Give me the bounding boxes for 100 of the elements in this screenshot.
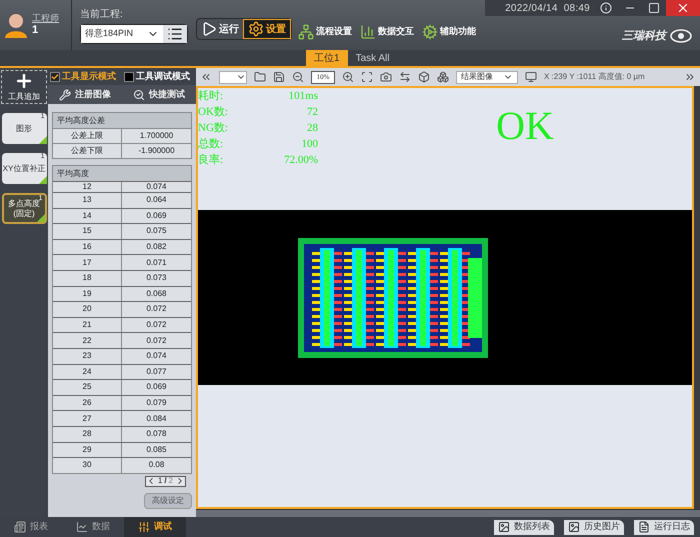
check-icon xyxy=(51,72,59,82)
bottom-tab[interactable]: 数据 xyxy=(62,517,124,537)
table-cell: 25 xyxy=(53,380,122,395)
register-image-button[interactable]: 注册图像 xyxy=(48,88,122,102)
table-cell: -1.900000 xyxy=(122,144,191,158)
table-cell: 0.082 xyxy=(122,240,191,254)
bottom-panel-button[interactable]: 数据列表 xyxy=(494,520,554,534)
line-chart-icon xyxy=(76,521,88,533)
swap-icon[interactable] xyxy=(399,71,411,83)
nav-button[interactable]: 流程设置 xyxy=(296,24,354,40)
stat-value: 72.00% xyxy=(284,153,318,168)
close-icon xyxy=(676,1,690,15)
report-icon xyxy=(14,521,26,533)
bottom-tab[interactable]: 报表 xyxy=(0,517,62,537)
stat-label: 耗时: xyxy=(198,89,224,104)
mode-checkbox[interactable]: 工具调试模式 xyxy=(122,70,192,84)
user-id: 1 xyxy=(32,24,40,38)
horizontal-scrollbar[interactable] xyxy=(196,509,700,517)
tolerance-header: 平均高度公差 xyxy=(53,113,191,128)
cursor-coordinates: X :239 Y :1011 高度值: 0 µm xyxy=(544,71,645,83)
table-cell: 27 xyxy=(53,411,122,426)
page-separator: / xyxy=(164,475,167,488)
bottom-panel-button[interactable]: 运行日志 xyxy=(634,520,694,534)
table-cell: 公差下限 xyxy=(53,144,122,158)
monitor-icon[interactable] xyxy=(525,71,537,83)
table-cell: 18 xyxy=(53,270,122,286)
run-button[interactable]: 运行 xyxy=(197,19,243,39)
view-dropdown[interactable]: 结果图像 xyxy=(456,70,518,84)
magnifier-icon xyxy=(133,88,145,100)
corner-triangle-icon xyxy=(38,136,46,144)
table-cell: 17 xyxy=(53,255,122,270)
stat-value: 72 xyxy=(307,105,318,120)
table-cell: 24 xyxy=(53,364,122,380)
image-icon xyxy=(498,521,510,533)
list-button[interactable] xyxy=(163,24,187,42)
table-cell: 公差上限 xyxy=(53,129,122,143)
mode-checkbox[interactable]: 工具显示模式 xyxy=(48,70,118,84)
camera-icon[interactable] xyxy=(380,71,392,83)
image-icon xyxy=(568,521,580,533)
table-cell: 0.077 xyxy=(122,364,191,380)
table-cell: 1.700000 xyxy=(122,129,191,143)
table-cell: 0.072 xyxy=(122,302,191,317)
maximize-icon[interactable] xyxy=(648,2,660,14)
tool-add-button[interactable]: 工具追加 xyxy=(1,70,47,104)
flowchart-icon xyxy=(298,24,314,40)
settings-button[interactable]: 设置 xyxy=(243,19,291,39)
collapse-left-icon[interactable] xyxy=(200,71,212,83)
table-cell: 14 xyxy=(53,208,122,224)
gear-icon xyxy=(248,21,264,37)
collapse-right-icon[interactable] xyxy=(684,71,696,83)
project-label: 当前工程: xyxy=(80,8,124,22)
nav-button[interactable]: 辅助功能 xyxy=(420,24,478,40)
project-dropdown[interactable]: 得意184PIN xyxy=(81,24,163,42)
advanced-settings-button[interactable]: 高级设定 xyxy=(144,492,192,509)
table-cell: 21 xyxy=(53,318,122,332)
table-cell: 23 xyxy=(53,348,122,364)
bottom-panel-button[interactable]: 历史图片 xyxy=(564,520,624,534)
table-cell: 0.064 xyxy=(122,193,191,208)
result-text: OK xyxy=(496,106,554,150)
vertical-scrollbar[interactable] xyxy=(694,86,700,509)
quick-test-button[interactable]: 快捷测试 xyxy=(122,88,196,102)
nav-button[interactable]: 数据交互 xyxy=(358,24,416,40)
open-folder-icon[interactable] xyxy=(254,71,266,83)
corner-triangle-icon xyxy=(36,214,44,222)
zoom-in-icon[interactable] xyxy=(342,71,354,83)
corner-triangle-icon xyxy=(38,176,46,184)
user-role-link[interactable]: 工程师 xyxy=(32,12,59,24)
stat-label: 良率: xyxy=(198,152,224,168)
stat-value: 100 xyxy=(302,137,318,152)
zoom-out-icon[interactable] xyxy=(292,71,304,83)
datetime: 2022/04/14 08:49 xyxy=(504,2,591,16)
table-cell: 0.072 xyxy=(122,318,191,332)
table-cell: 28 xyxy=(53,426,122,442)
table-cell: 0.075 xyxy=(122,224,191,239)
station-tab[interactable]: 工位1 xyxy=(306,50,348,66)
stat-label: NG数: xyxy=(198,121,228,136)
eye-logo-icon xyxy=(670,29,692,44)
table-cell: 0.069 xyxy=(122,380,191,395)
table-cell: 0.071 xyxy=(122,255,191,270)
bottom-tab[interactable]: 调试 xyxy=(124,517,186,537)
stat-label: 总数: xyxy=(198,137,224,152)
cube-icon[interactable] xyxy=(418,71,430,83)
table-cell: 20 xyxy=(53,302,122,317)
save-icon[interactable] xyxy=(273,71,285,83)
table-cell: 0.072 xyxy=(122,333,191,348)
table-cell: 0.074 xyxy=(122,348,191,364)
table-cell: 0.073 xyxy=(122,270,191,286)
gear-icon xyxy=(422,24,438,40)
close-button[interactable] xyxy=(666,0,700,16)
fit-view-icon[interactable] xyxy=(361,71,373,83)
list-icon xyxy=(167,26,183,42)
info-icon[interactable] xyxy=(600,2,612,14)
station-tab[interactable]: Task All xyxy=(348,50,398,66)
page-total: 2 xyxy=(168,475,174,488)
bar-chart-icon xyxy=(360,24,376,40)
stat-value: 101ms xyxy=(288,89,318,104)
cubes-icon[interactable] xyxy=(437,71,449,83)
logo-text: 三瑞科技 xyxy=(622,28,666,44)
table-cell: 16 xyxy=(53,240,122,254)
table-cell: 12 xyxy=(53,182,122,192)
